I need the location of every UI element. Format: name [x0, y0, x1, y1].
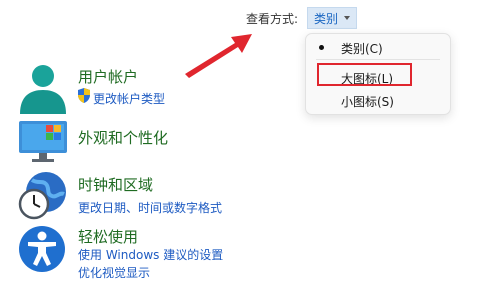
category-ease-of-access[interactable]: 轻松使用 — [78, 226, 138, 247]
link-use-windows-recommended-settings[interactable]: 使用 Windows 建议的设置 — [78, 246, 223, 263]
category-user-accounts[interactable]: 用户帐户 — [78, 66, 138, 87]
selected-bullet-icon — [319, 45, 324, 50]
clock-globe-icon — [18, 172, 66, 220]
menu-item-small-icons[interactable]: 小图标(S) — [306, 90, 450, 110]
chevron-down-icon — [344, 16, 351, 20]
view-by-dropdown[interactable]: 类别 — [307, 7, 358, 29]
menu-item-category[interactable]: 类别(C) — [306, 37, 450, 57]
shield-icon — [78, 88, 90, 103]
view-by-selected: 类别 — [314, 11, 339, 26]
link-change-account-type[interactable]: 更改帐户类型 — [93, 90, 165, 107]
link-change-date-time-format[interactable]: 更改日期、时间或数字格式 — [78, 199, 222, 216]
category-appearance[interactable]: 外观和个性化 — [78, 127, 168, 148]
link-optimize-visual-display[interactable]: 优化视觉显示 — [78, 264, 150, 281]
view-by-label: 查看方式: — [246, 12, 299, 26]
user-icon — [20, 65, 66, 114]
arrow-annotation — [185, 34, 252, 78]
accessibility-icon — [19, 226, 65, 272]
monitor-personalize-icon — [19, 121, 67, 162]
category-clock-region[interactable]: 时钟和区域 — [78, 174, 153, 195]
highlight-box — [317, 63, 412, 86]
menu-separator — [316, 59, 440, 60]
